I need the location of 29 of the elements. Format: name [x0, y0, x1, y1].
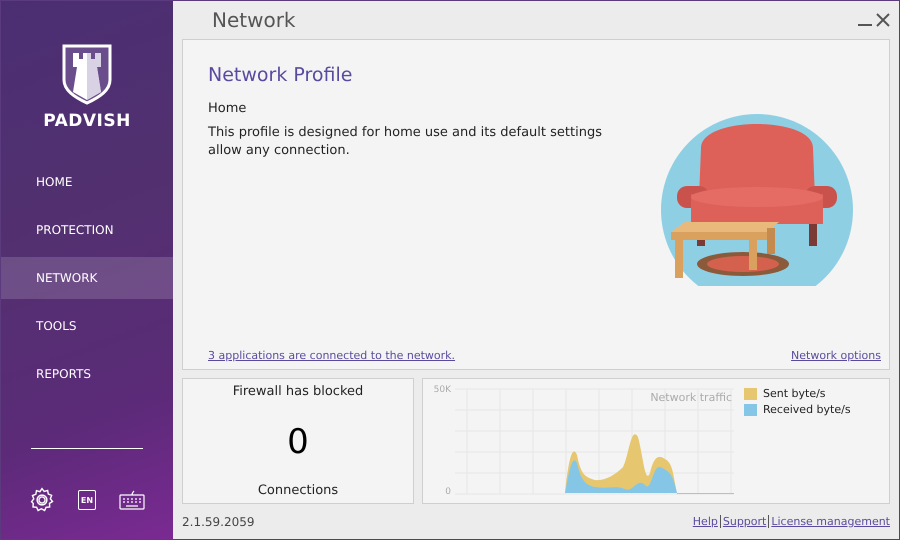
sidebar-item[interactable]: NETWORK — [1, 257, 173, 299]
footer-link[interactable]: License management — [771, 515, 890, 528]
language-badge[interactable]: EN — [78, 490, 96, 510]
legend-label: Sent byte/s — [763, 387, 826, 400]
axis-tick-label: 0 — [445, 487, 451, 497]
version-text: 2.1.59.2059 — [182, 514, 255, 528]
profile-name: Home — [208, 100, 248, 118]
shield-tower-logo — [61, 43, 113, 105]
window-title: Network — [212, 8, 296, 32]
connected-apps-link[interactable]: 3 applications are connected to the network. — [208, 349, 456, 362]
axis-tick-label: 50K — [434, 385, 451, 395]
blocked-unit: Connections — [258, 482, 338, 500]
sidebar-item[interactable]: TOOLS — [1, 305, 173, 347]
network-options-link[interactable]: Network options — [791, 349, 881, 362]
close-icon[interactable] — [876, 13, 890, 27]
brand-name: PADVISH — [43, 111, 131, 131]
sidebar-item[interactable]: REPORTS — [1, 353, 173, 395]
firewall-title: Firewall has blocked — [232, 383, 364, 401]
profile-description: This profile is designed for home use and its default settings allow any connection. — [208, 124, 603, 160]
legend-label: Received byte/s — [763, 403, 851, 416]
section-heading: Network Profile — [208, 64, 354, 86]
blocked-count: 0 — [287, 422, 309, 462]
footer-link[interactable]: Help — [692, 515, 718, 528]
sidebar-item[interactable]: PROTECTION — [1, 209, 173, 251]
sidebar-item[interactable]: HOME — [1, 161, 173, 203]
settings-icon[interactable] — [29, 487, 55, 513]
keyboard-icon[interactable] — [119, 490, 145, 510]
chart-title: Network traffic — [650, 391, 732, 404]
footer-link[interactable]: Support — [722, 515, 766, 528]
